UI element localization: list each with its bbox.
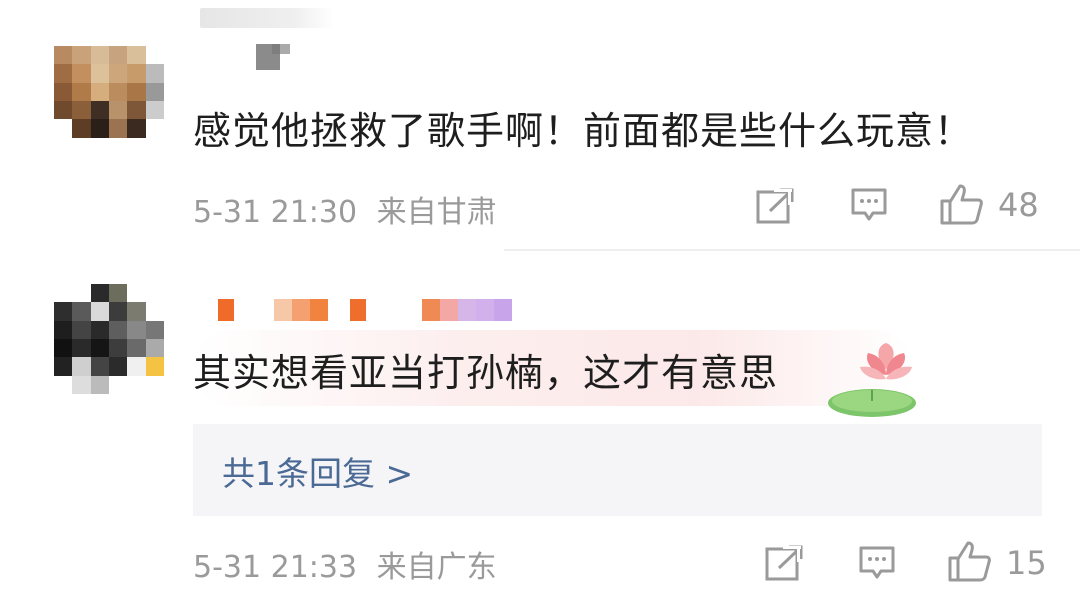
username-blurred — [218, 299, 518, 321]
avatar[interactable] — [54, 46, 164, 156]
like-count: 48 — [998, 186, 1039, 224]
comment-time: 5-31 21:30 — [193, 195, 358, 230]
comment-time: 5-31 21:33 — [193, 550, 358, 585]
comment-text: 感觉他拯救了歌手啊！前面都是些什么玩意！ — [193, 109, 974, 153]
lotus-icon — [828, 343, 916, 417]
comment-meta: 5-31 21:30 来自甘肃 — [193, 187, 497, 231]
comment-meta: 5-31 21:33 来自广东 — [193, 542, 497, 586]
like-icon[interactable] — [940, 183, 984, 225]
comment-location: 来自广东 — [376, 550, 497, 585]
like-icon[interactable] — [948, 540, 992, 582]
reply-count-link[interactable]: 共1条回复 > — [222, 447, 413, 495]
like-count: 15 — [1006, 544, 1047, 582]
share-icon[interactable] — [756, 187, 796, 225]
comment-feed: 感觉他拯救了歌手啊！前面都是些什么玩意！ 5-31 21:30 来自甘肃 48 — [0, 0, 1080, 600]
username-blurred-top — [200, 8, 334, 70]
share-icon[interactable] — [765, 544, 805, 582]
comment-location: 来自甘肃 — [376, 195, 497, 230]
comment-icon[interactable] — [858, 544, 896, 582]
comment-icon[interactable] — [850, 186, 888, 224]
divider — [504, 249, 1080, 251]
avatar[interactable] — [54, 284, 164, 394]
comment-text: 其实想看亚当打孙楠，这才有意思 — [193, 351, 779, 395]
